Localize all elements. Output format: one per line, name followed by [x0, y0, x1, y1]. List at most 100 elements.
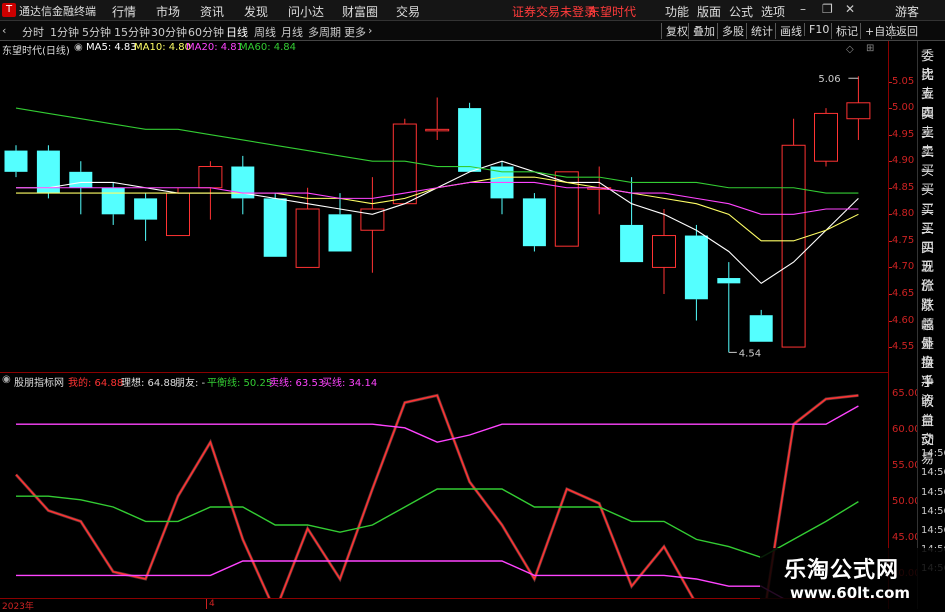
price-tick-mark [889, 214, 892, 216]
period-monthly[interactable]: 月线 [281, 24, 303, 40]
candle[interactable] [328, 193, 352, 252]
price-tick-label: 4.80 [892, 208, 915, 220]
btn-tongji[interactable]: 统计 [746, 23, 773, 39]
top-stock-name: 东望时代 [588, 5, 637, 19]
price-tick-label: 5.00 [892, 102, 915, 114]
date-year: 2023年 [2, 602, 34, 612]
line-wo-glow [14, 393, 859, 601]
period-multi[interactable]: 多周期 [308, 24, 341, 40]
menu-shichang[interactable]: 市场 [156, 3, 180, 20]
price-tick-mark [889, 187, 892, 189]
menu-faxian[interactable]: 发现 [244, 3, 268, 20]
candle[interactable] [814, 108, 838, 167]
indicator-pane[interactable]: ◉ 股朋指标网 我的: 64.88 理想: 64.88 朋友: - 平衡线: 5… [0, 372, 888, 601]
kline-chart: 5.06 4.54 [4, 74, 871, 359]
line-pingheng [16, 488, 859, 559]
candle[interactable] [490, 161, 514, 215]
price-tick-mark [889, 347, 892, 349]
candle[interactable] [749, 309, 773, 342]
period-toolbar: ‹ 分时 1分钟 5分钟 15分钟 30分钟 60分钟 日线 周线 月线 多周期… [0, 21, 945, 41]
price-tick-mark [889, 81, 892, 83]
period-15min[interactable]: 15分钟 [114, 24, 150, 40]
line-maixian [16, 405, 859, 443]
menu-gongneng[interactable]: 功能 [665, 3, 689, 20]
period-fenshi[interactable]: 分时 [22, 24, 44, 40]
date-month: 4 [206, 599, 215, 609]
guest-label[interactable]: 游客 [895, 3, 919, 20]
watermark-title: 乐淘公式网 [784, 558, 900, 583]
price-tick-label: 4.70 [892, 261, 915, 273]
menu-caifuquan[interactable]: 财富圈 [342, 3, 378, 20]
trade-login-notice[interactable]: 证券交易未登录 [512, 3, 596, 20]
candle[interactable] [295, 187, 320, 268]
watermark-url: www.60lt.com [790, 584, 911, 602]
side-panel-item[interactable]: 14:56 [921, 487, 945, 498]
candle[interactable] [263, 193, 287, 257]
candle[interactable] [587, 166, 612, 215]
more-chevron-icon[interactable]: › [368, 24, 372, 37]
menu-jiaoyi[interactable]: 交易 [396, 3, 420, 20]
side-panel-item[interactable]: 14:56 [921, 525, 945, 536]
price-tick-mark [889, 267, 892, 269]
period-1min[interactable]: 1分钟 [50, 24, 79, 40]
menu-hangqing[interactable]: 行情 [112, 3, 136, 20]
candle[interactable] [134, 193, 158, 241]
price-tick-label: 4.90 [892, 155, 915, 167]
candle[interactable] [846, 76, 871, 140]
nav-left-icon[interactable]: ‹ [2, 24, 6, 37]
watermark: 乐淘公式网 www.60lt.com [760, 548, 945, 609]
price-tick-label: 4.75 [892, 234, 915, 246]
kline-pane[interactable]: 东望时代(日线) ◉ MA5: 4.83 MA10: 4.80 MA20: 4.… [0, 41, 888, 371]
candle[interactable] [36, 145, 60, 199]
candle[interactable] [458, 102, 482, 172]
menu-xuanxiang[interactable]: 选项 [761, 3, 785, 20]
ma5-line [16, 160, 859, 285]
candle[interactable] [522, 193, 546, 252]
period-5min[interactable]: 5分钟 [82, 24, 111, 40]
candle[interactable] [781, 118, 806, 348]
low-price-label: 4.54 [739, 348, 761, 359]
price-tick-label: 4.85 [892, 181, 915, 193]
candle[interactable] [101, 182, 125, 225]
menu-wenxiaoda[interactable]: 问小达 [288, 3, 324, 20]
menu-gongshi[interactable]: 公式 [729, 3, 753, 20]
price-tick-label: 4.55 [892, 341, 915, 353]
btn-f10[interactable]: F10 [804, 23, 829, 36]
btn-duogu[interactable]: 多股 [717, 23, 744, 39]
period-daily[interactable]: 日线 [226, 24, 248, 40]
period-more[interactable]: 更多 [344, 24, 366, 40]
menu-banmian[interactable]: 版面 [697, 3, 721, 20]
minimize-icon[interactable]: – [800, 2, 806, 16]
candle[interactable] [425, 97, 450, 140]
btn-huaxian[interactable]: 画线 [775, 23, 802, 39]
period-60min[interactable]: 60分钟 [188, 24, 224, 40]
candle[interactable] [652, 209, 676, 294]
price-tick-mark [889, 161, 892, 163]
price-axis: 4.55 4.60 4.65 4.70 4.75 4.80 4.85 4.90 4.95 5.00… [888, 41, 921, 609]
restore-icon[interactable]: ❐ [822, 2, 833, 16]
candle[interactable] [620, 177, 644, 263]
candle[interactable] [717, 262, 741, 353]
price-tick-label: 4.60 [892, 314, 915, 326]
candle[interactable] [360, 177, 385, 273]
btn-fuquan[interactable]: 复权 [661, 23, 688, 39]
top-menu-bar: T 通达信金融终端 行情 市场 资讯 发现 问小达 财富圈 交易 证券交易未登录… [0, 0, 945, 21]
candle[interactable] [4, 145, 28, 178]
candle[interactable] [231, 155, 255, 215]
btn-biaoji[interactable]: 标记 [831, 23, 858, 39]
btn-diejia[interactable]: 叠加 [688, 23, 715, 39]
candle[interactable] [684, 224, 708, 321]
period-30min[interactable]: 30分钟 [151, 24, 187, 40]
candle[interactable] [166, 187, 190, 237]
high-price-label: 5.06 [818, 74, 840, 85]
period-weekly[interactable]: 周线 [254, 24, 276, 40]
close-icon[interactable]: ✕ [845, 2, 855, 16]
side-panel-item[interactable]: 14:56 [921, 448, 945, 459]
app-logo-icon: T [2, 3, 16, 17]
candle[interactable] [198, 161, 223, 220]
menu-zixun[interactable]: 资讯 [200, 3, 224, 20]
side-panel-item[interactable]: 14:56 [921, 506, 945, 517]
btn-fanhui[interactable]: 返回 [891, 23, 918, 39]
side-panel-item[interactable]: 14:56 [921, 467, 945, 478]
price-tick-mark [889, 320, 892, 322]
